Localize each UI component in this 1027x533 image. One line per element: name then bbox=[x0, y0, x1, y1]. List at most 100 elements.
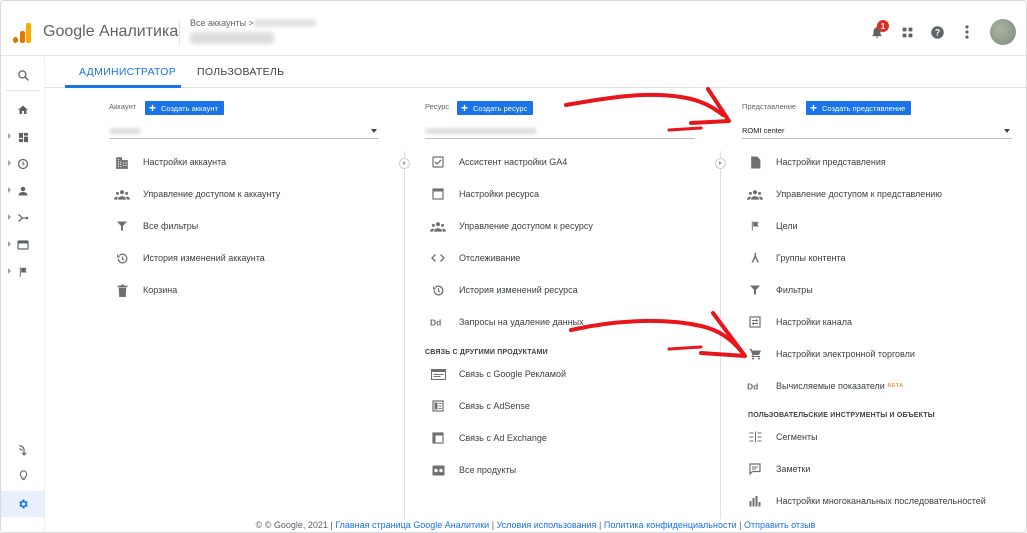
trash-icon bbox=[117, 284, 127, 297]
expand-arrow-icon bbox=[8, 241, 11, 247]
content-groups-icon bbox=[751, 253, 759, 263]
view-settings-label: Настройки представления bbox=[776, 157, 886, 167]
footer-link-feedback[interactable]: Отправить отзыв bbox=[744, 520, 815, 530]
view-settings-item[interactable]: Настройки представления bbox=[742, 152, 886, 172]
window-icon bbox=[432, 188, 444, 200]
ga4-assistant-item[interactable]: Ассистент настройки GA4 bbox=[425, 152, 567, 172]
lightbulb-icon bbox=[19, 469, 27, 480]
property-history-label: История изменений ресурса bbox=[459, 285, 578, 295]
breadcrumb[interactable]: Все аккаунты > bbox=[190, 18, 254, 28]
property-selector[interactable] bbox=[425, 125, 695, 139]
nav-audience[interactable] bbox=[1, 181, 45, 201]
notes-item[interactable]: Заметки bbox=[742, 459, 810, 479]
search-button[interactable] bbox=[1, 65, 45, 85]
admin-tabs: АДМИНИСТРАТОР ПОЛЬЗОВАТЕЛЬ bbox=[45, 57, 1026, 88]
channel-settings-icon bbox=[749, 316, 761, 328]
goals-item[interactable]: Цели bbox=[742, 216, 798, 236]
multichannel-settings-item[interactable]: Настройки многоканальных последовательно… bbox=[742, 491, 986, 511]
segments-item[interactable]: Сегменты bbox=[742, 427, 818, 447]
property-access-label: Управление доступом к ресурсу bbox=[459, 221, 593, 231]
more-menu-button[interactable] bbox=[952, 17, 982, 47]
account-settings-label: Настройки аккаунта bbox=[143, 157, 227, 167]
nav-conversions[interactable] bbox=[1, 262, 45, 282]
chevron-down-icon bbox=[1004, 129, 1010, 133]
nav-attribution[interactable] bbox=[1, 439, 45, 459]
all-filters-item[interactable]: Все фильтры bbox=[109, 216, 198, 236]
nav-admin[interactable] bbox=[1, 491, 45, 517]
account-selector[interactable] bbox=[109, 125, 379, 139]
view-filters-item[interactable]: Фильтры bbox=[742, 280, 813, 300]
adsense-link-label: Связь с AdSense bbox=[459, 401, 530, 411]
analytics-admin-window: Google Аналитика Все аккаунты > 1 ? АДМИ… bbox=[0, 0, 1027, 533]
adexchange-icon bbox=[432, 432, 444, 444]
data-deletion-label: Запросы на удаление данных bbox=[459, 317, 584, 327]
view-selector[interactable]: ROMI center bbox=[742, 125, 1012, 139]
notification-badge: 1 bbox=[877, 20, 889, 32]
nav-realtime[interactable] bbox=[1, 154, 45, 174]
plus-icon: + bbox=[461, 101, 469, 115]
notes-icon bbox=[749, 463, 761, 475]
notes-label: Заметки bbox=[776, 464, 811, 474]
expand-property-button[interactable] bbox=[399, 158, 410, 169]
data-deletion-item[interactable]: Dd Запросы на удаление данных bbox=[425, 312, 584, 332]
breadcrumb-account-redacted[interactable] bbox=[254, 19, 316, 27]
history-icon bbox=[116, 253, 127, 263]
nav-customization[interactable] bbox=[1, 127, 45, 147]
adsense-link-item[interactable]: Связь с AdSense bbox=[425, 396, 530, 416]
channel-settings-item[interactable]: Настройки канала bbox=[742, 312, 852, 332]
tab-administrator[interactable]: АДМИНИСТРАТОР bbox=[79, 66, 176, 78]
create-property-button[interactable]: + Создать ресурс bbox=[457, 101, 534, 115]
calculated-metrics-item[interactable]: Dd Вычисляемые показатели БЕТА bbox=[742, 376, 903, 396]
multichannel-icon bbox=[749, 496, 761, 507]
ad-exchange-link-item[interactable]: Связь с Ad Exchange bbox=[425, 428, 547, 448]
gear-icon bbox=[19, 499, 28, 509]
create-account-button[interactable]: + Создать аккаунт bbox=[145, 101, 224, 115]
ga4-assistant-label: Ассистент настройки GA4 bbox=[459, 157, 568, 167]
google-ads-link-label: Связь с Google Рекламой bbox=[459, 369, 567, 379]
chevron-down-icon bbox=[371, 129, 377, 133]
trash-item[interactable]: Корзина bbox=[109, 280, 177, 300]
nav-acquisition[interactable] bbox=[1, 208, 45, 228]
column-divider bbox=[404, 151, 405, 519]
code-icon bbox=[431, 254, 445, 262]
expand-view-button[interactable] bbox=[715, 158, 726, 169]
account-history-item[interactable]: История изменений аккаунта bbox=[109, 248, 265, 268]
property-access-item[interactable]: Управление доступом к ресурсу bbox=[425, 216, 593, 236]
all-products-label: Все продукты bbox=[459, 465, 517, 475]
plus-icon: + bbox=[149, 101, 157, 115]
all-products-item[interactable]: Все продукты bbox=[425, 460, 516, 480]
footer-link-privacy[interactable]: Политика конфиденциальности bbox=[604, 520, 737, 530]
property-settings-label: Настройки ресурса bbox=[459, 189, 540, 199]
tab-user[interactable]: ПОЛЬЗОВАТЕЛЬ bbox=[197, 66, 284, 78]
app-title[interactable]: Google Аналитика bbox=[43, 23, 178, 41]
account-access-item[interactable]: Управление доступом к аккаунту bbox=[109, 184, 280, 204]
account-label: Аккаунт bbox=[109, 102, 137, 111]
nav-discover[interactable] bbox=[1, 465, 45, 485]
active-tab-indicator bbox=[65, 85, 181, 88]
view-access-item[interactable]: Управление доступом к представлению bbox=[742, 184, 942, 204]
google-ads-link-item[interactable]: Связь с Google Рекламой bbox=[425, 364, 566, 384]
notifications-button[interactable]: 1 bbox=[862, 17, 892, 47]
avatar[interactable] bbox=[990, 19, 1016, 45]
more-vert-icon bbox=[965, 25, 969, 39]
property-history-item[interactable]: История изменений ресурса bbox=[425, 280, 578, 300]
dashboard-icon bbox=[18, 132, 28, 142]
document-icon bbox=[750, 156, 760, 168]
property-settings-item[interactable]: Настройки ресурса bbox=[425, 184, 539, 204]
help-button[interactable]: ? bbox=[922, 17, 952, 47]
create-view-button[interactable]: + Создать представление bbox=[806, 101, 912, 115]
apps-button[interactable] bbox=[892, 17, 922, 47]
account-settings-item[interactable]: Настройки аккаунта bbox=[109, 152, 226, 172]
tracking-item[interactable]: Отслеживание bbox=[425, 248, 520, 268]
plus-icon: + bbox=[810, 101, 818, 115]
ads-icon bbox=[430, 368, 446, 380]
nav-behavior[interactable] bbox=[1, 235, 45, 255]
view-selector-redacted[interactable] bbox=[190, 32, 274, 44]
analytics-logo-icon[interactable] bbox=[13, 23, 31, 43]
footer-link-homepage[interactable]: Главная страница Google Аналитики bbox=[335, 520, 489, 530]
content-groups-item[interactable]: Группы контента bbox=[742, 248, 846, 268]
svg-text:?: ? bbox=[934, 27, 939, 37]
ecommerce-settings-item[interactable]: Настройки электронной торговли bbox=[742, 344, 915, 364]
nav-home[interactable] bbox=[1, 100, 45, 120]
footer-link-terms[interactable]: Условия использования bbox=[497, 520, 597, 530]
